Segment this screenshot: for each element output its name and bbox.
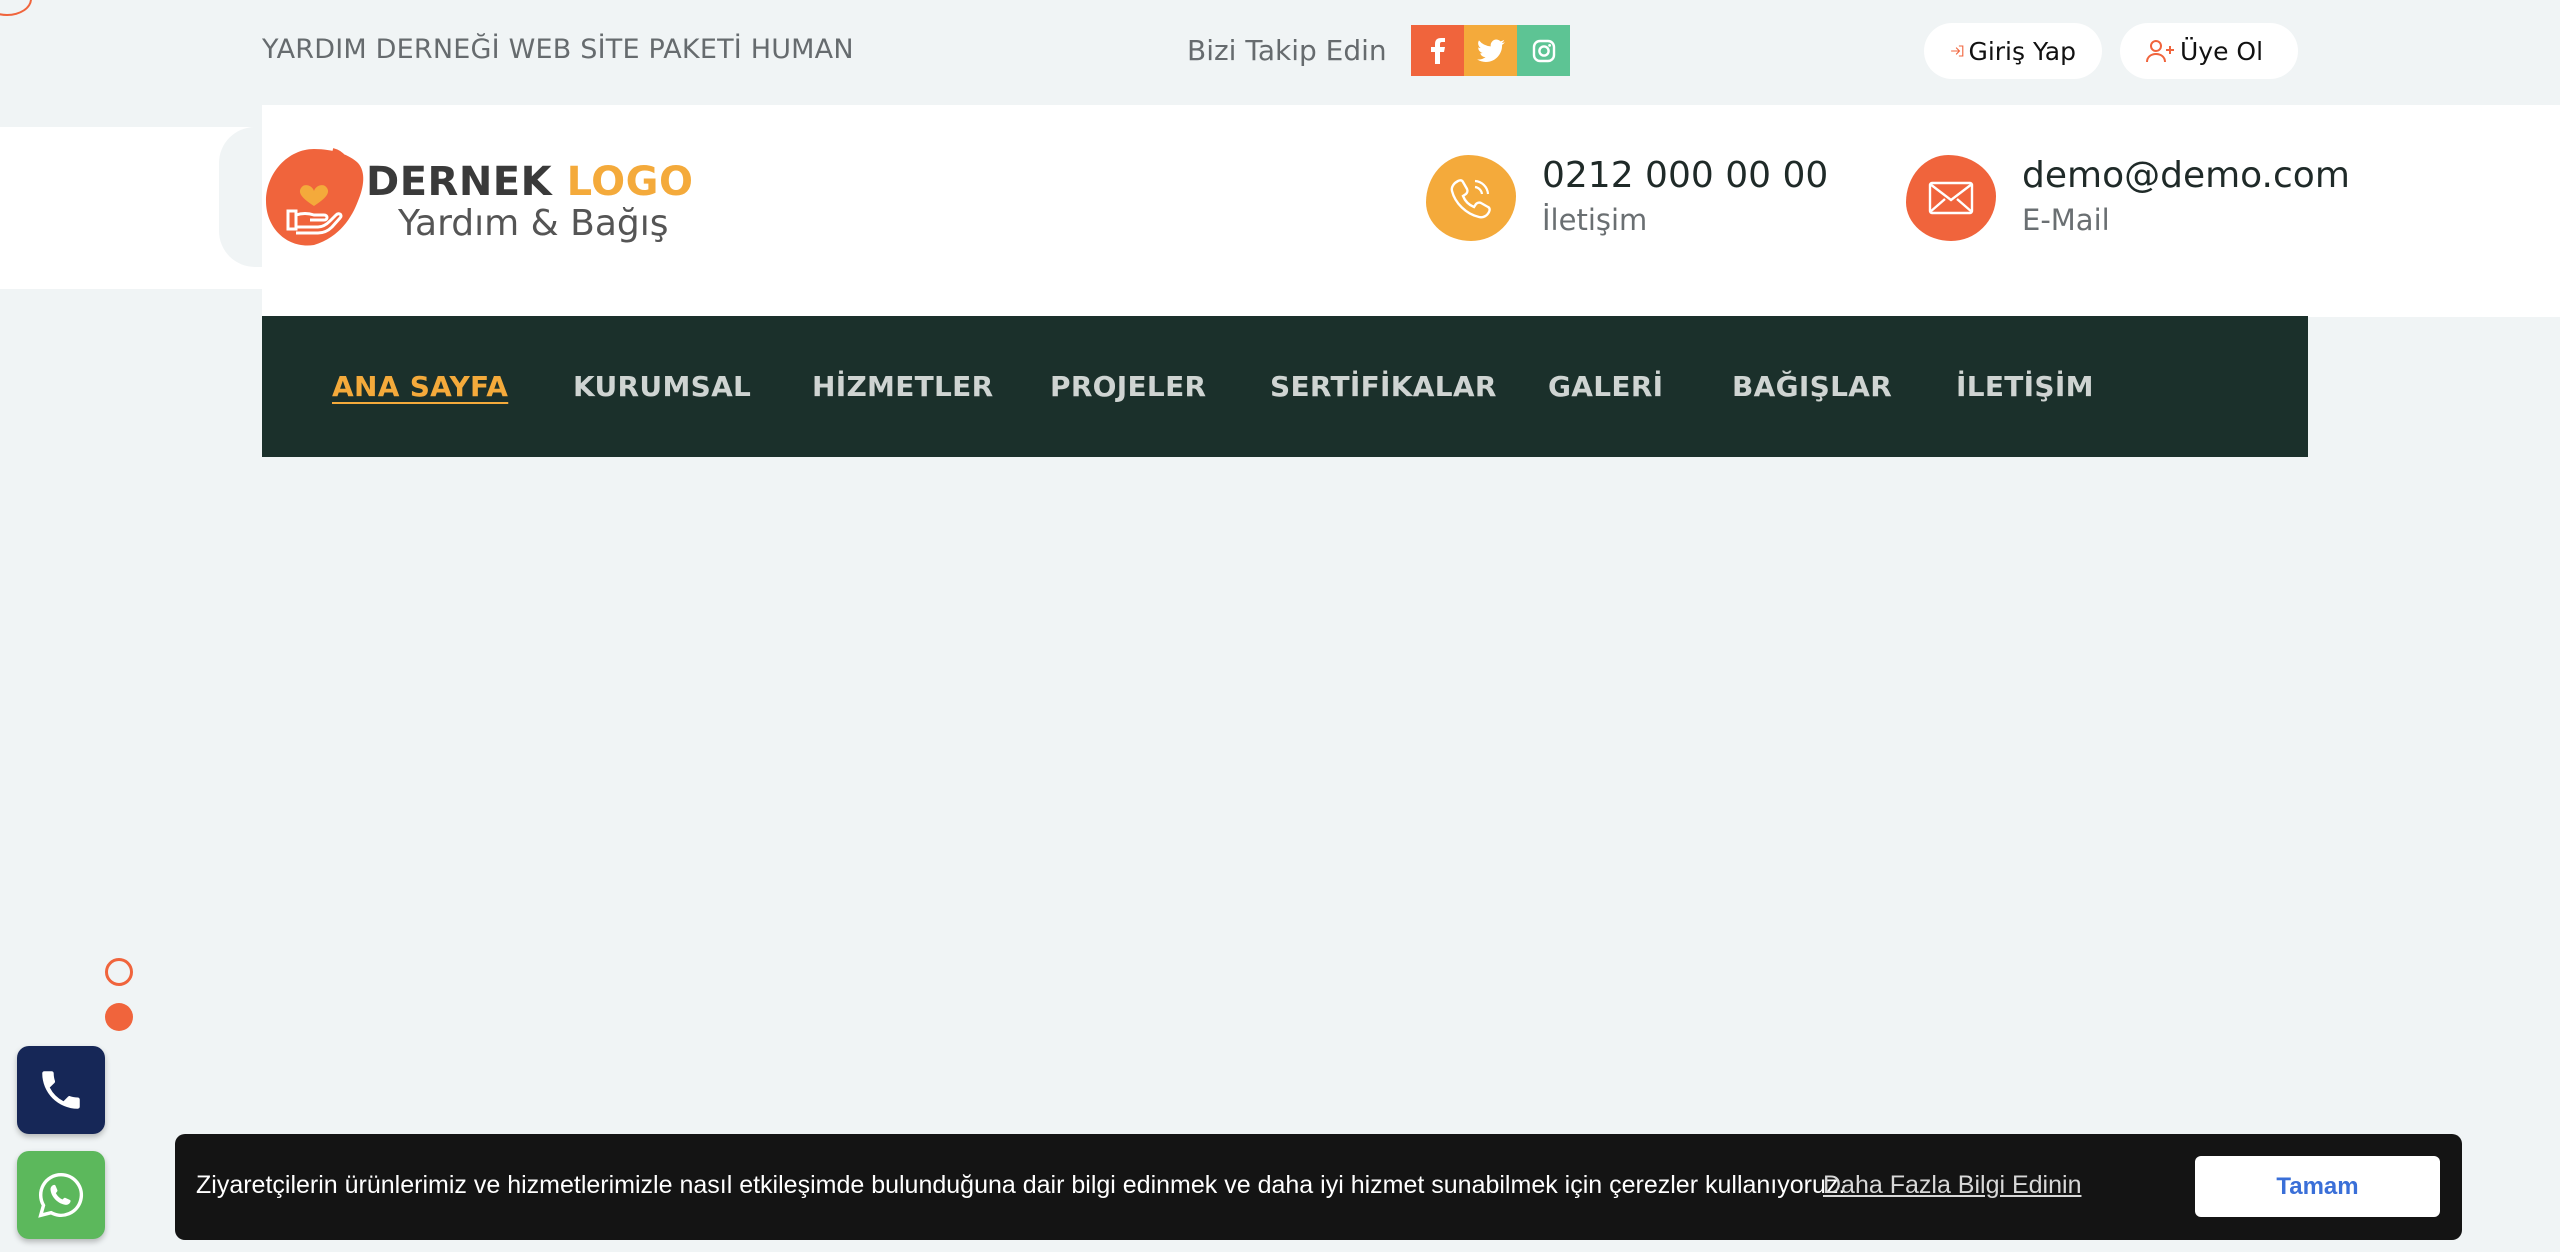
- logo-word-logo: LOGO: [566, 159, 694, 205]
- slider-dot-1[interactable]: [105, 958, 133, 986]
- social-links: [1411, 25, 1570, 76]
- phone-label: İletişim: [1542, 203, 1648, 237]
- whatsapp-float-button[interactable]: [17, 1151, 105, 1239]
- instagram-icon: [1532, 39, 1555, 62]
- heart-hand-logo-icon: [266, 148, 364, 246]
- login-icon: [1951, 45, 1964, 57]
- envelope-icon: [1928, 181, 1974, 215]
- logo-word-dernek: DERNEK: [366, 159, 553, 205]
- contact-phone[interactable]: 0212 000 00 00 İletişim: [1426, 153, 1829, 243]
- whatsapp-icon: [38, 1172, 84, 1218]
- twitter-link[interactable]: [1464, 25, 1517, 76]
- user-plus-icon: [2146, 40, 2174, 63]
- logo-tagline: Yardım & Bağış: [398, 203, 669, 244]
- top-bar: YARDIM DERNEĞİ WEB SİTE PAKETİ HUMAN Biz…: [0, 0, 2560, 100]
- login-label: Giriş Yap: [1968, 36, 2076, 66]
- follow-us-label: Bizi Takip Edin: [1187, 34, 1387, 67]
- cookie-accept-button[interactable]: Tamam: [2195, 1156, 2440, 1217]
- nav-item-sertifikalar[interactable]: SERTİFİKALAR: [1270, 370, 1497, 403]
- instagram-link[interactable]: [1517, 25, 1570, 76]
- mail-circle: [1906, 155, 1996, 241]
- cookie-consent-bar: Ziyaretçilerin ürünlerimiz ve hizmetleri…: [175, 1134, 2462, 1240]
- twitter-icon: [1476, 38, 1505, 62]
- main-navigation: ANA SAYFA KURUMSAL HİZMETLER PROJELER SE…: [262, 316, 2308, 457]
- nav-item-hizmetler[interactable]: HİZMETLER: [812, 370, 993, 403]
- cookie-message: Ziyaretçilerin ürünlerimiz ve hizmetleri…: [196, 1171, 1846, 1199]
- decorative-ring: [0, 0, 32, 16]
- nav-item-kurumsal[interactable]: KURUMSAL: [573, 370, 751, 403]
- nav-item-ana-sayfa[interactable]: ANA SAYFA: [332, 370, 508, 403]
- slider-dot-2[interactable]: [105, 1003, 133, 1031]
- call-float-button[interactable]: [17, 1046, 105, 1134]
- logo-wordmark: DERNEK LOGO: [366, 159, 693, 205]
- contact-email[interactable]: demo@demo.com E-Mail: [1906, 153, 2350, 243]
- site-title: YARDIM DERNEĞİ WEB SİTE PAKETİ HUMAN: [262, 34, 854, 65]
- nav-item-bagislar[interactable]: BAĞIŞLAR: [1732, 370, 1892, 403]
- email-label: E-Mail: [2022, 203, 2110, 237]
- email-address: demo@demo.com: [2022, 155, 2350, 196]
- nav-item-projeler[interactable]: PROJELER: [1050, 370, 1206, 403]
- login-button[interactable]: Giriş Yap: [1924, 23, 2102, 79]
- register-button[interactable]: Üye Ol: [2120, 23, 2298, 79]
- phone-icon: [1450, 179, 1491, 219]
- phone-number: 0212 000 00 00: [1542, 155, 1829, 196]
- nav-item-iletisim[interactable]: İLETİŞİM: [1956, 370, 2094, 403]
- site-logo[interactable]: DERNEK LOGO Yardım & Bağış: [262, 145, 693, 255]
- phone-circle: [1426, 155, 1516, 241]
- register-label: Üye Ol: [2180, 36, 2264, 66]
- facebook-icon: [1430, 37, 1445, 64]
- facebook-link[interactable]: [1411, 25, 1464, 76]
- phone-icon: [42, 1071, 80, 1109]
- nav-item-galeri[interactable]: GALERİ: [1548, 370, 1663, 403]
- cookie-learn-more-link[interactable]: Daha Fazla Bilgi Edinin: [1823, 1171, 2081, 1200]
